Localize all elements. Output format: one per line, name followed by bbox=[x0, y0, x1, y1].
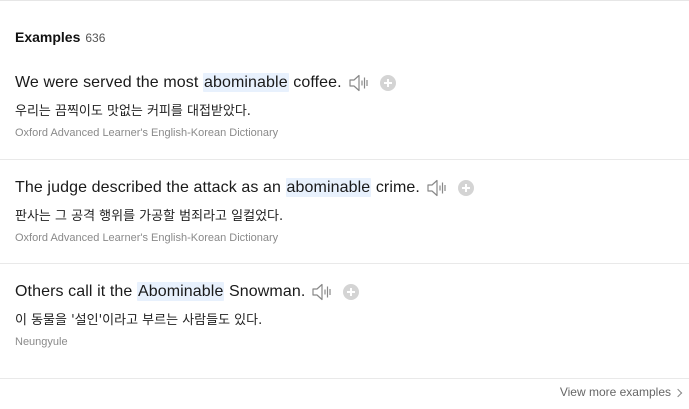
highlighted-word: abominable bbox=[202, 73, 289, 92]
example-translation: 우리는 끔찍이도 맛없는 커피를 대접받았다. bbox=[15, 104, 251, 119]
sentence-before: Others call it the bbox=[15, 283, 137, 300]
sentence-row: The judge described the attack as an abo… bbox=[15, 176, 474, 200]
section-header: Examples 636 bbox=[15, 29, 105, 45]
speaker-icon[interactable] bbox=[311, 282, 335, 302]
add-icon[interactable] bbox=[379, 75, 396, 91]
add-icon[interactable] bbox=[457, 180, 474, 196]
example-translation: 이 동물을 '설인'이라고 부르는 사람들도 있다. bbox=[15, 313, 263, 328]
sentence-before: The judge described the attack as an bbox=[15, 179, 286, 196]
example-sentence[interactable]: We were served the most abominable coffe… bbox=[15, 73, 342, 92]
sentence-after: crime. bbox=[371, 179, 420, 196]
top-divider bbox=[0, 0, 689, 1]
bottom-divider bbox=[0, 378, 689, 379]
examples-list: We were served the most abominable coffe… bbox=[0, 55, 689, 367]
example-item: The judge described the attack as an abo… bbox=[0, 159, 689, 263]
sentence-before: We were served the most bbox=[15, 74, 203, 91]
example-item: We were served the most abominable coffe… bbox=[0, 55, 689, 159]
example-sentence[interactable]: Others call it the Abominable Snowman. bbox=[15, 282, 306, 301]
sentence-after: Snowman. bbox=[224, 283, 306, 300]
sentence-row: We were served the most abominable coffe… bbox=[15, 71, 396, 95]
highlighted-word: abominable bbox=[285, 178, 372, 197]
view-more-examples-link[interactable]: View more examples bbox=[559, 385, 683, 399]
example-translation: 판사는 그 공격 행위를 가공할 범죄라고 일컬었다. bbox=[15, 209, 284, 224]
add-icon[interactable] bbox=[343, 284, 360, 300]
speaker-icon[interactable] bbox=[426, 178, 450, 198]
example-source: Oxford Advanced Learner's English-Korean… bbox=[15, 127, 279, 139]
view-more-label: View more examples bbox=[559, 385, 671, 399]
examples-panel: Examples 636 We were served the most abo… bbox=[0, 0, 689, 409]
example-source: Oxford Advanced Learner's English-Korean… bbox=[15, 232, 279, 244]
examples-count: 636 bbox=[85, 31, 106, 45]
speaker-icon[interactable] bbox=[348, 73, 372, 93]
example-sentence[interactable]: The judge described the attack as an abo… bbox=[15, 178, 420, 197]
example-item: Others call it the Abominable Snowman. 이… bbox=[0, 263, 689, 367]
example-source: Neungyule bbox=[15, 336, 68, 348]
chevron-right-icon bbox=[673, 388, 683, 397]
highlighted-word: Abominable bbox=[136, 282, 225, 301]
section-title: Examples bbox=[15, 29, 81, 45]
sentence-after: coffee. bbox=[288, 74, 342, 91]
sentence-row: Others call it the Abominable Snowman. bbox=[15, 280, 360, 304]
